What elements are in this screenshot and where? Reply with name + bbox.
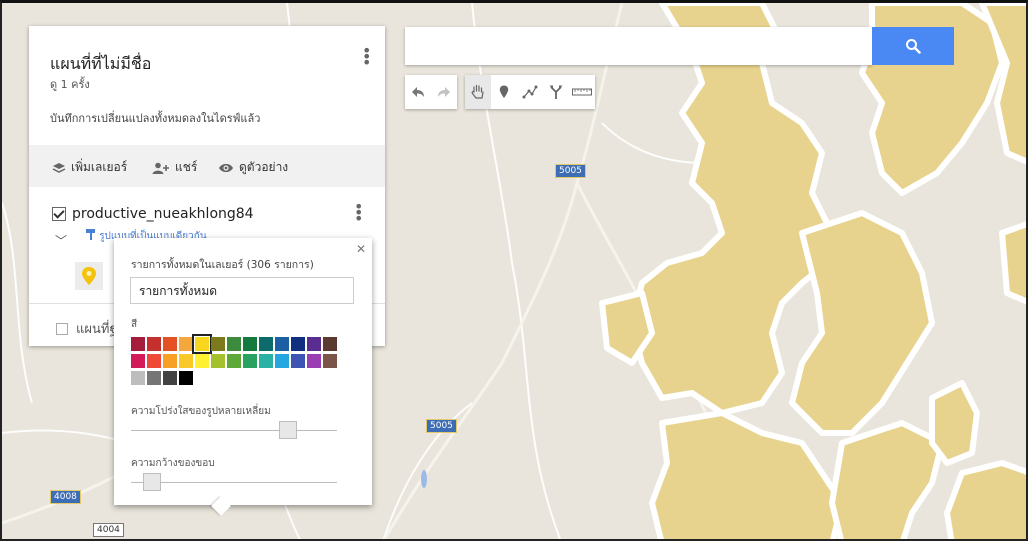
color-swatch[interactable] bbox=[259, 354, 273, 368]
road-shield: 5005 bbox=[426, 419, 457, 433]
color-swatch[interactable] bbox=[211, 354, 225, 368]
color-swatch[interactable] bbox=[163, 371, 177, 385]
style-popup: รายการทั้งหมดในเลเยอร์ (306 รายการ) ✕ รา… bbox=[114, 238, 372, 516]
color-swatch[interactable] bbox=[163, 354, 177, 368]
directions-tool[interactable] bbox=[543, 75, 569, 109]
ruler-icon bbox=[572, 88, 592, 96]
popup-header: รายการทั้งหมดในเลเยอร์ (306 รายการ) bbox=[131, 259, 314, 271]
base-map-chevron-icon[interactable] bbox=[56, 322, 68, 335]
color-swatch[interactable] bbox=[307, 337, 321, 351]
add-person-icon bbox=[152, 162, 169, 174]
search-icon bbox=[906, 39, 921, 54]
color-swatch[interactable] bbox=[179, 354, 193, 368]
app-frame: 5005 5005 4008 4004 แผนที่ที่ไม่มีชื่อ ด… bbox=[0, 0, 1028, 541]
color-swatch[interactable] bbox=[259, 337, 273, 351]
drawing-tools-group bbox=[465, 75, 595, 109]
color-swatch[interactable] bbox=[147, 354, 161, 368]
color-swatch[interactable] bbox=[147, 337, 161, 351]
color-swatch[interactable] bbox=[131, 354, 145, 368]
color-swatch[interactable] bbox=[307, 354, 321, 368]
preview-label: ดูตัวอย่าง bbox=[239, 160, 289, 174]
layer-options-kebab-icon[interactable]: • • • bbox=[354, 199, 363, 227]
save-status: บันทึกการเปลี่ยนแปลงทั้งหมดลงในไดรฟ์แล้ว bbox=[50, 112, 261, 125]
eye-icon bbox=[219, 163, 233, 172]
layer-name[interactable]: productive_nueakhlong84 bbox=[72, 206, 254, 222]
color-swatch[interactable] bbox=[291, 354, 305, 368]
add-marker-tool[interactable] bbox=[491, 75, 517, 109]
border-width-slider-thumb[interactable] bbox=[142, 473, 161, 491]
undo-redo-group bbox=[405, 75, 457, 109]
style-marker-button[interactable] bbox=[75, 262, 103, 290]
color-swatch[interactable] bbox=[243, 354, 257, 368]
close-icon[interactable]: ✕ bbox=[356, 242, 366, 256]
redo-icon bbox=[438, 87, 450, 97]
color-swatch[interactable] bbox=[323, 337, 337, 351]
color-swatch[interactable] bbox=[227, 354, 241, 368]
color-swatch[interactable] bbox=[275, 354, 289, 368]
road-shield: 4008 bbox=[50, 490, 81, 504]
undo-button[interactable] bbox=[405, 75, 431, 109]
opacity-slider-track[interactable] bbox=[131, 430, 337, 431]
border-width-label: ความกว้างของขอบ bbox=[131, 458, 215, 469]
search-input[interactable] bbox=[405, 27, 872, 65]
draw-line-tool[interactable] bbox=[517, 75, 543, 109]
color-swatch[interactable] bbox=[323, 354, 337, 368]
color-swatch[interactable] bbox=[291, 337, 305, 351]
add-layer-label: เพิ่มเลเยอร์ bbox=[71, 160, 128, 174]
color-swatch[interactable] bbox=[195, 354, 209, 368]
color-swatch[interactable] bbox=[163, 337, 177, 351]
color-swatch[interactable] bbox=[275, 337, 289, 351]
color-swatch[interactable] bbox=[227, 337, 241, 351]
color-swatch[interactable] bbox=[192, 334, 212, 354]
preview-button[interactable]: ดูตัวอย่าง bbox=[218, 158, 288, 177]
marker-icon bbox=[499, 85, 509, 98]
water-body bbox=[421, 470, 427, 488]
layers-icon bbox=[52, 162, 66, 173]
road-shield: 5005 bbox=[555, 164, 586, 178]
yellow-marker-icon bbox=[82, 267, 96, 285]
group-by-select[interactable]: รายการทั้งหมด bbox=[130, 277, 354, 304]
search-button[interactable] bbox=[872, 27, 954, 65]
paint-roller-icon bbox=[86, 229, 95, 240]
share-label: แชร์ bbox=[175, 160, 198, 174]
color-swatch[interactable] bbox=[131, 337, 145, 351]
directions-icon bbox=[549, 85, 563, 99]
map-toolbar bbox=[405, 75, 603, 109]
draw-line-icon bbox=[522, 85, 538, 99]
action-bar: เพิ่มเลเยอร์ แชร์ ดูตัวอย่าง bbox=[29, 145, 385, 187]
color-swatch[interactable] bbox=[131, 371, 145, 385]
color-swatch[interactable] bbox=[243, 337, 257, 351]
layer-visibility-checkbox[interactable] bbox=[52, 207, 66, 221]
share-button[interactable]: แชร์ bbox=[152, 158, 197, 177]
map-options-kebab-icon[interactable]: • • • bbox=[362, 43, 371, 71]
hand-icon bbox=[471, 84, 484, 99]
opacity-label: ความโปร่งใสของรูปหลายเหลี่ยม bbox=[131, 406, 271, 417]
view-count: ดู 1 ครั้ง bbox=[50, 78, 90, 91]
add-layer-button[interactable]: เพิ่มเลเยอร์ bbox=[52, 158, 127, 177]
redo-button[interactable] bbox=[431, 75, 457, 109]
color-label: สี bbox=[131, 319, 138, 330]
undo-icon bbox=[412, 87, 424, 97]
layer-row: productive_nueakhlong84 bbox=[52, 206, 254, 222]
color-swatch[interactable] bbox=[211, 337, 225, 351]
road-shield: 4004 bbox=[93, 523, 124, 537]
chevron-down-icon[interactable]: ﹀ bbox=[55, 232, 67, 249]
color-swatch[interactable] bbox=[179, 337, 193, 351]
measure-tool[interactable] bbox=[569, 75, 595, 109]
border-width-slider-track[interactable] bbox=[131, 482, 337, 483]
opacity-slider-thumb[interactable] bbox=[278, 421, 297, 439]
pan-tool[interactable] bbox=[465, 75, 491, 109]
color-swatch[interactable] bbox=[147, 371, 161, 385]
map-title[interactable]: แผนที่ที่ไม่มีชื่อ bbox=[50, 52, 151, 77]
color-swatch[interactable] bbox=[179, 371, 193, 385]
